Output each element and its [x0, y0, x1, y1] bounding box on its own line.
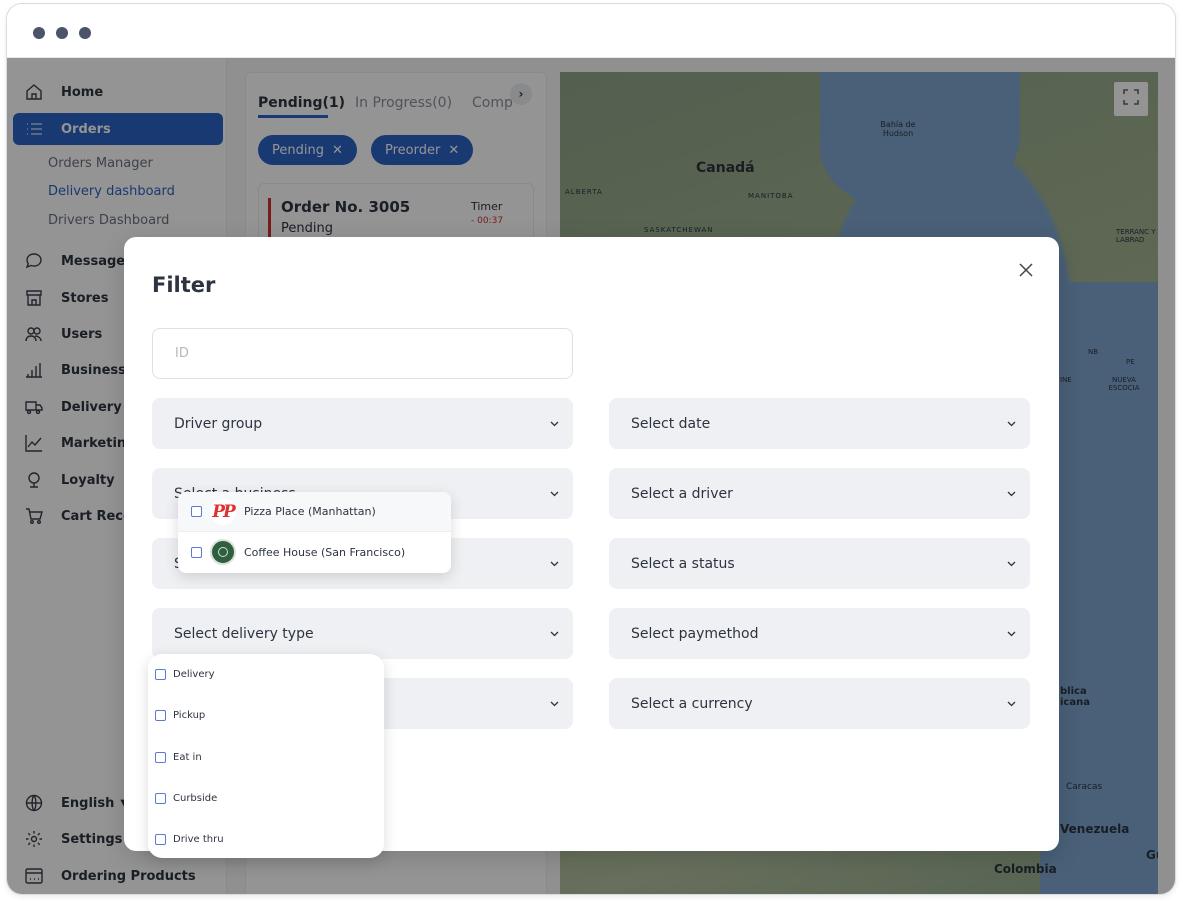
list-item[interactable]: Curbside [148, 788, 384, 808]
business-name: Coffee House (San Francisco) [244, 545, 406, 559]
id-input[interactable] [152, 328, 573, 379]
checkbox[interactable] [155, 709, 166, 721]
delivery-type-select[interactable]: Select delivery type [152, 608, 573, 659]
checkbox[interactable] [155, 751, 166, 763]
status-select[interactable]: Select a status [609, 538, 1030, 589]
checkbox[interactable] [155, 833, 166, 845]
checkbox[interactable] [155, 792, 166, 804]
option-label: Drive thru [173, 833, 224, 845]
list-item[interactable]: PP Pizza Place (Manhattan) [178, 492, 451, 532]
list-item[interactable]: Coffee House (San Francisco) [178, 532, 451, 572]
checkbox[interactable] [155, 668, 166, 680]
option-label: Pickup [173, 709, 206, 721]
chevron-down-icon [550, 559, 559, 568]
paymethod-select[interactable]: Select paymethod [609, 608, 1030, 659]
chevron-down-icon [1007, 699, 1016, 708]
select-label: Select a driver [631, 485, 733, 502]
coffee-icon [218, 547, 228, 557]
list-item[interactable]: Drive thru [148, 829, 384, 849]
select-label: Select paymethod [631, 625, 759, 642]
chevron-down-icon [550, 419, 559, 428]
list-item[interactable]: Pickup [148, 705, 384, 725]
driver-select[interactable]: Select a driver [609, 468, 1030, 519]
select-label: Select delivery type [174, 625, 314, 642]
chevron-down-icon [1007, 489, 1016, 498]
select-label: Select a currency [631, 695, 753, 712]
business-logo: PP [210, 498, 236, 525]
business-dropdown: PP Pizza Place (Manhattan) Coffee House … [178, 492, 451, 573]
checkbox[interactable] [191, 506, 202, 517]
modal-title: Filter [152, 273, 216, 297]
date-select[interactable]: Select date [609, 398, 1030, 449]
select-label: Driver group [174, 415, 263, 432]
close-button[interactable] [1015, 261, 1037, 283]
logo-text: PP [212, 501, 236, 522]
window-titlebar [7, 4, 1175, 58]
list-item[interactable]: Eat in [148, 747, 384, 767]
option-label: Eat in [173, 751, 202, 763]
chevron-down-icon [1007, 419, 1016, 428]
business-name: Pizza Place (Manhattan) [244, 505, 376, 518]
select-label: Select date [631, 415, 711, 432]
business-logo [210, 539, 236, 565]
chevron-down-icon [1007, 559, 1016, 568]
delivery-type-dropdown: Delivery Pickup Eat in Curbside Drive th… [148, 654, 384, 858]
chevron-down-icon [550, 489, 559, 498]
chevron-down-icon [550, 629, 559, 638]
driver-group-select[interactable]: Driver group [152, 398, 573, 449]
chevron-down-icon [550, 699, 559, 708]
close-icon [1018, 262, 1034, 283]
option-label: Delivery [173, 668, 215, 680]
currency-select[interactable]: Select a currency [609, 678, 1030, 729]
chevron-down-icon [1007, 629, 1016, 638]
window-dot [33, 27, 45, 39]
window-dot [56, 27, 68, 39]
checkbox[interactable] [191, 546, 202, 558]
option-label: Curbside [173, 792, 218, 804]
select-label: Select a status [631, 555, 735, 572]
window-dot [79, 27, 91, 39]
list-item[interactable]: Delivery [148, 664, 384, 684]
